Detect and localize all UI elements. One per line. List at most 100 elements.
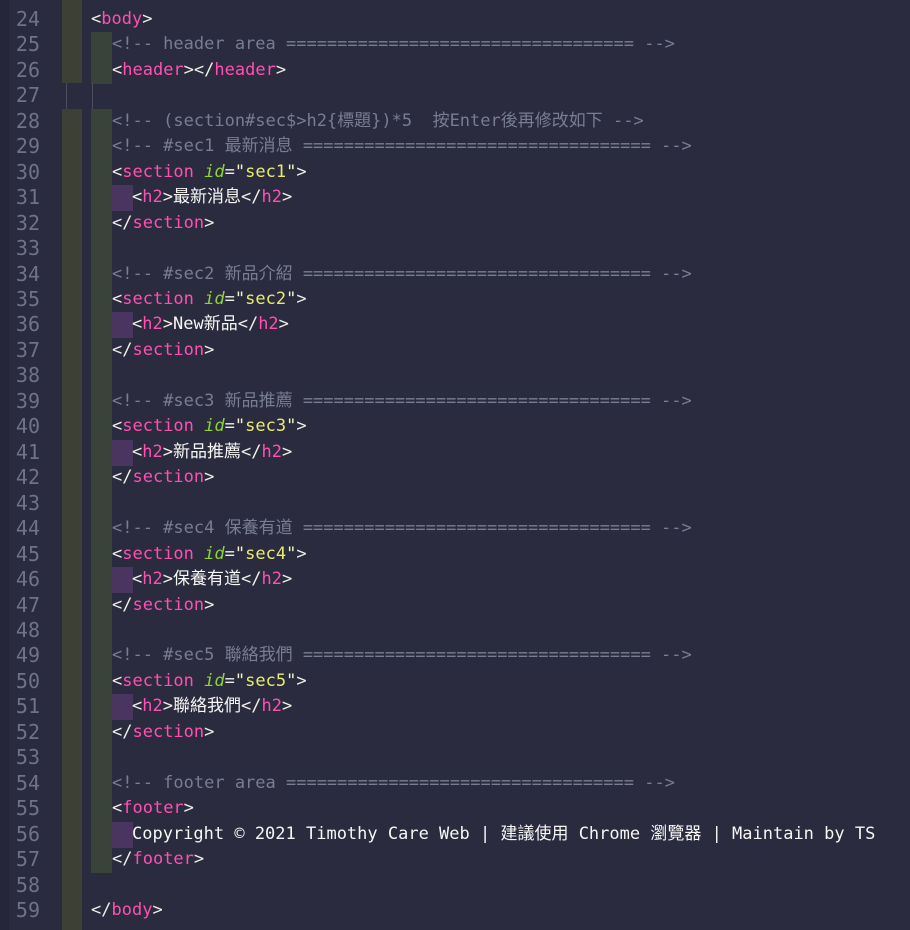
line-number: 40 [0, 414, 40, 440]
code-token-p: < [132, 569, 142, 589]
code-line[interactable]: 52</section> [0, 720, 910, 746]
code-token-str: sec4 [245, 544, 286, 564]
code-text: </footer> [112, 847, 204, 873]
code-line[interactable]: 48 [0, 618, 910, 644]
code-token-tag: section [122, 671, 194, 691]
code-line[interactable]: 58 [0, 873, 910, 899]
code-line[interactable]: 50<section id="sec5"> [0, 669, 910, 695]
code-line[interactable]: 44<!-- #sec4 保養有道 ======================… [0, 516, 910, 542]
code-line[interactable]: 28<!-- (section#sec$>h2{標題})*5 按Enter後再修… [0, 109, 910, 135]
code-line[interactable]: 33 [0, 236, 910, 262]
indent-block-level-1 [91, 440, 112, 466]
code-line[interactable]: 53 [0, 745, 910, 771]
code-line[interactable]: 51<h2>聯絡我們</h2> [0, 694, 910, 720]
code-text: <section id="sec5"> [112, 669, 307, 695]
code-token-p: < [112, 60, 122, 80]
code-token-tag: footer [132, 849, 193, 869]
code-line[interactable]: 25<!-- header area =====================… [0, 32, 910, 58]
code-line[interactable]: 56Copyright © 2021 Timothy Care Web | 建議… [0, 822, 910, 848]
code-token-p: > [204, 213, 214, 233]
code-token-attr: id [204, 416, 224, 436]
code-token-tag: h2 [261, 442, 281, 462]
code-token-attr: id [204, 671, 224, 691]
code-line[interactable]: 39<!-- #sec3 新品推薦 ======================… [0, 389, 910, 415]
line-number: 29 [0, 134, 40, 160]
code-token-p: > [142, 9, 152, 29]
code-line[interactable]: 55<footer> [0, 796, 910, 822]
code-line[interactable]: 57</footer> [0, 847, 910, 873]
code-line[interactable]: 43 [0, 491, 910, 517]
code-line[interactable]: 47</section> [0, 593, 910, 619]
code-token-tag: h2 [261, 187, 281, 207]
code-token-p: > [163, 187, 173, 207]
code-token-p: </ [241, 442, 261, 462]
code-line[interactable]: 46<h2>保養有道</h2> [0, 567, 910, 593]
line-number: 26 [0, 58, 40, 84]
code-token-p: < [112, 162, 122, 182]
code-editor[interactable]: 24<body>25<!-- header area =============… [0, 0, 910, 930]
indent-block-level-2 [112, 822, 133, 848]
code-token-str: sec5 [245, 671, 286, 691]
code-token-p: > [279, 314, 289, 334]
code-token-tag: section [132, 340, 204, 360]
indent-block-level-1 [91, 338, 112, 364]
code-token-qu: " [235, 162, 245, 182]
code-line[interactable]: 34<!-- #sec2 新品介紹 ======================… [0, 262, 910, 288]
line-number: 51 [0, 694, 40, 720]
code-line[interactable]: 42</section> [0, 465, 910, 491]
code-line[interactable]: 45<section id="sec4"> [0, 542, 910, 568]
code-text: <h2>聯絡我們</h2> [132, 694, 292, 720]
code-line[interactable]: 29<!-- #sec1 最新消息 ======================… [0, 134, 910, 160]
code-line[interactable]: 31<h2>最新消息</h2> [0, 185, 910, 211]
code-text: <section id="sec1"> [112, 160, 307, 186]
code-token-qu: " [235, 544, 245, 564]
indent-block-level-1 [91, 414, 112, 440]
code-line[interactable]: 24<body> [0, 7, 910, 33]
code-token-p: > [194, 849, 204, 869]
line-number: 58 [0, 873, 40, 899]
line-number: 54 [0, 771, 40, 797]
line-number: 37 [0, 338, 40, 364]
code-line[interactable]: 30<section id="sec1"> [0, 160, 910, 186]
code-line[interactable]: 41<h2>新品推薦</h2> [0, 440, 910, 466]
code-token-p: > [163, 314, 173, 334]
code-line[interactable]: 49<!-- #sec5 聯絡我們 ======================… [0, 643, 910, 669]
code-line[interactable]: 59</body> [0, 898, 910, 924]
code-token-p: </ [112, 595, 132, 615]
code-token-p: = [225, 544, 235, 564]
code-line[interactable]: 26<header></header> [0, 58, 910, 84]
code-token-qu: " [286, 416, 296, 436]
code-text: <!-- (section#sec$>h2{標題})*5 按Enter後再修改如… [112, 109, 644, 135]
code-token-p: </ [241, 696, 261, 716]
indent-block-level-1 [91, 465, 112, 491]
indent-block-level-1 [91, 822, 112, 848]
code-text: <!-- #sec5 聯絡我們 ========================… [112, 643, 692, 669]
code-line[interactable]: 32</section> [0, 211, 910, 237]
code-token-p: </ [112, 849, 132, 869]
indent-block-level-1 [91, 694, 112, 720]
indent-block-level-1 [91, 618, 112, 644]
indent-block-level-1 [91, 287, 112, 313]
line-number: 45 [0, 542, 40, 568]
code-line[interactable]: 36<h2>New新品</h2> [0, 312, 910, 338]
code-token-p: > [276, 60, 286, 80]
line-number: 33 [0, 236, 40, 262]
indent-block-level-1 [91, 134, 112, 160]
code-token-p: > [204, 340, 214, 360]
code-line[interactable]: 38 [0, 363, 910, 389]
code-token-p [194, 544, 204, 564]
code-token-tag: section [132, 722, 204, 742]
line-number: 44 [0, 516, 40, 542]
code-line[interactable]: 27 [0, 83, 910, 109]
code-token-tag: h2 [142, 696, 162, 716]
indent-block-level-2 [112, 185, 133, 211]
code-line[interactable]: 54<!-- footer area =====================… [0, 771, 910, 797]
code-line[interactable]: 37</section> [0, 338, 910, 364]
code-token-tx: 聯絡我們 [173, 696, 241, 716]
code-token-c: <!-- #sec5 聯絡我們 ========================… [112, 645, 692, 665]
code-line[interactable]: 40<section id="sec3"> [0, 414, 910, 440]
code-token-c: <!-- header area =======================… [112, 34, 675, 54]
code-text: <body> [91, 7, 152, 33]
code-line[interactable]: 35<section id="sec2"> [0, 287, 910, 313]
code-token-p: > [204, 467, 214, 487]
